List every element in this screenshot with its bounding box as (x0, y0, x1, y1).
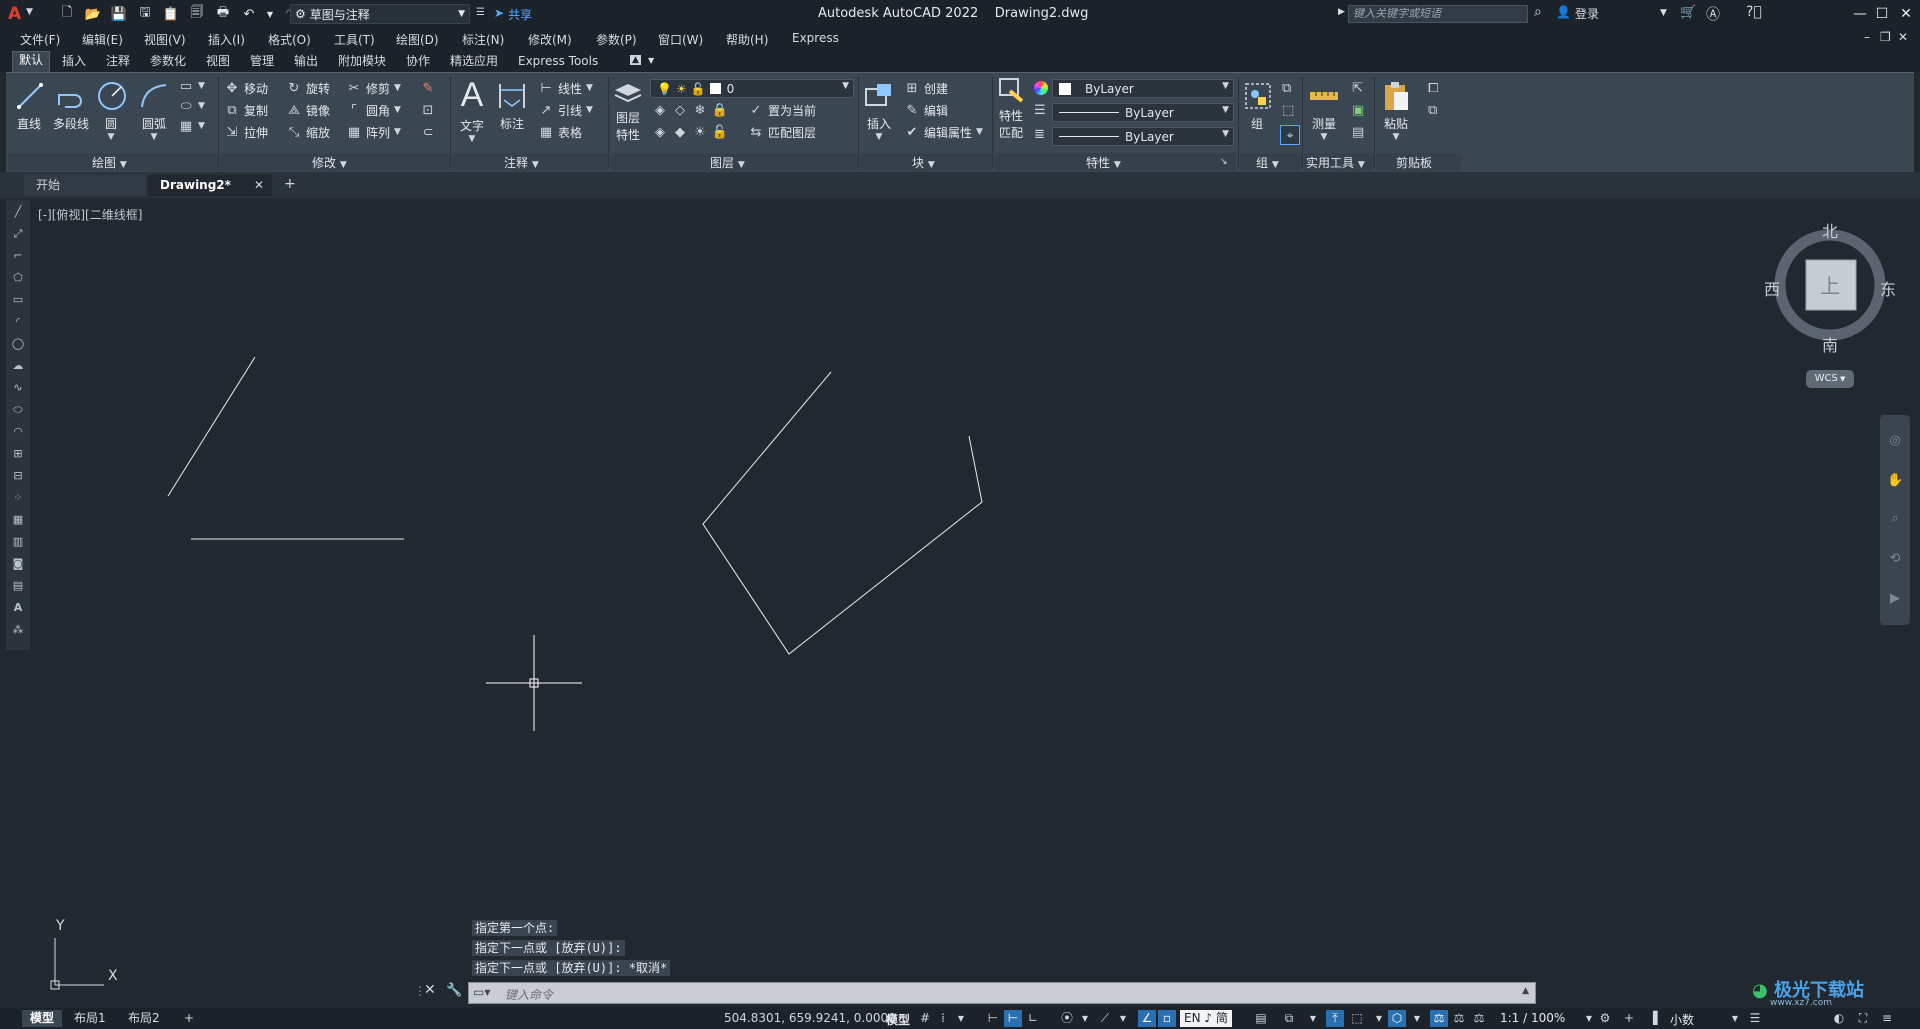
chevron-down-icon[interactable]: ▼ (1726, 1010, 1744, 1027)
infer-constraints-icon[interactable]: ⊢ (984, 1010, 1002, 1027)
viewcube-west[interactable]: 西 (1764, 276, 1780, 300)
viewcube-north[interactable]: 北 (1822, 218, 1838, 242)
customize-icon[interactable]: ≡ (1878, 1010, 1896, 1027)
ime-indicator[interactable]: EN ♪ 简 (1180, 1010, 1232, 1027)
command-history-line-3: 指定下一点或 [放弃(U)]: *取消* (472, 960, 671, 976)
coordinates-readout[interactable]: 504.8301, 659.9241, 0.0000 (724, 1011, 896, 1025)
command-placeholder: 键入命令 (505, 988, 554, 1002)
command-history-toggle-icon[interactable]: ▲ (1522, 986, 1529, 996)
chevron-down-icon[interactable]: ▼ (1304, 1010, 1322, 1027)
command-close-icon[interactable]: ✕ (424, 982, 436, 998)
chevron-down-icon[interactable]: ▼ (1076, 1010, 1094, 1027)
ucs-y-label: Y (56, 918, 65, 934)
chevron-down-icon: ▼ (1837, 375, 1846, 383)
annotation-monitor-icon[interactable]: + (1620, 1010, 1638, 1027)
snap-icon[interactable]: ⁞ (934, 1010, 952, 1027)
showmotion-icon[interactable]: ▶ (1887, 591, 1903, 607)
layout-tab-2[interactable]: 布局2 (120, 1010, 168, 1027)
command-history-line-2: 指定下一点或 [放弃(U)]: (472, 940, 625, 956)
hardware-acceleration-icon[interactable]: ◐ (1830, 1010, 1848, 1027)
chevron-down-icon[interactable]: ▼ (1370, 1010, 1388, 1027)
command-input[interactable]: ▭▾ 键入命令 ▲ (468, 982, 1536, 1004)
drawing-canvas[interactable] (0, 0, 1920, 1029)
orbit-icon[interactable]: ⟲ (1887, 551, 1903, 567)
layout-tab-model[interactable]: 模型 (22, 1010, 63, 1027)
watermark-logo-icon: ◕ (1752, 980, 1768, 1001)
command-history-line-1: 指定第一个点: (472, 920, 558, 936)
drawn-line-1 (167, 356, 256, 497)
customize-wrench-icon[interactable]: 🔧 (446, 983, 462, 998)
polar-tracking-icon[interactable]: ⦿ (1058, 1010, 1076, 1027)
ucs-x-label: X (108, 968, 118, 984)
steering-wheel-icon[interactable]: ◎ (1887, 433, 1903, 449)
viewcube-east[interactable]: 东 (1880, 276, 1896, 300)
annotation-visibility-icon[interactable]: ⚖ (1430, 1010, 1448, 1027)
object-snap-icon[interactable]: ▫ (1158, 1010, 1176, 1027)
crosshair-cursor (486, 635, 582, 731)
transparency-icon[interactable]: ⧉ (1280, 1010, 1298, 1027)
model-space-toggle[interactable]: 模型 (886, 1011, 910, 1028)
auto-scale-icon[interactable]: ⚖ (1450, 1010, 1468, 1027)
3d-osnap-icon[interactable]: ⬚ (1348, 1010, 1366, 1027)
navigation-bar: ◎ ✋ ⌕ ⟲ ▶ (1880, 415, 1910, 625)
isometric-icon[interactable]: ⟋ (1096, 1010, 1114, 1027)
chevron-down-icon[interactable]: ▼ (952, 1010, 970, 1027)
clean-screen-icon[interactable]: ⛶ (1854, 1010, 1872, 1027)
wcs-menu-button[interactable]: WCS ▼ (1806, 370, 1854, 388)
wcs-label: WCS (1814, 373, 1838, 384)
annotation-scale-value[interactable]: 1:1 / 100% (1500, 1011, 1565, 1025)
viewcube-top-face[interactable]: 上 (1820, 270, 1840, 299)
status-bar: 模型 布局1 布局2 + 504.8301, 659.9241, 0.0000 … (0, 1008, 1920, 1029)
chevron-down-icon[interactable]: ▼ (1408, 1010, 1426, 1027)
dynamic-ucs-icon[interactable]: ⬡ (1388, 1010, 1406, 1027)
quick-properties-icon[interactable]: ☰ (1746, 1010, 1764, 1027)
zoom-extents-icon[interactable]: ⌕ (1887, 511, 1903, 527)
units-icon[interactable]: ▐ (1644, 1010, 1662, 1027)
lineweight-toggle-icon[interactable]: ▤ (1252, 1010, 1270, 1027)
annotation-scale-icon[interactable]: ⚖ (1470, 1010, 1488, 1027)
viewcube-south[interactable]: 南 (1822, 332, 1838, 356)
grid-icon[interactable]: # (916, 1010, 934, 1027)
chevron-down-icon[interactable]: ▼ (1114, 1010, 1132, 1027)
workspace-gear-icon[interactable]: ⚙ (1596, 1010, 1614, 1027)
pan-hand-icon[interactable]: ✋ (1887, 473, 1903, 489)
object-snap-tracking-icon[interactable]: ∠ (1138, 1010, 1156, 1027)
watermark-url: www.xz7.com (1770, 998, 1832, 1008)
dynamic-input-icon[interactable]: ⊢ (1004, 1010, 1022, 1027)
layout-tab-1[interactable]: 布局1 (66, 1010, 114, 1027)
selection-cycling-icon[interactable]: ⤒ (1326, 1010, 1344, 1027)
ortho-icon[interactable]: ∟ (1024, 1010, 1042, 1027)
new-layout-icon[interactable]: + (176, 1010, 202, 1027)
units-value[interactable]: 小数 (1670, 1011, 1694, 1028)
command-prompt-icon[interactable]: ▭▾ (473, 985, 490, 999)
drawn-polyline (702, 371, 983, 655)
ucs-icon (50, 938, 104, 990)
